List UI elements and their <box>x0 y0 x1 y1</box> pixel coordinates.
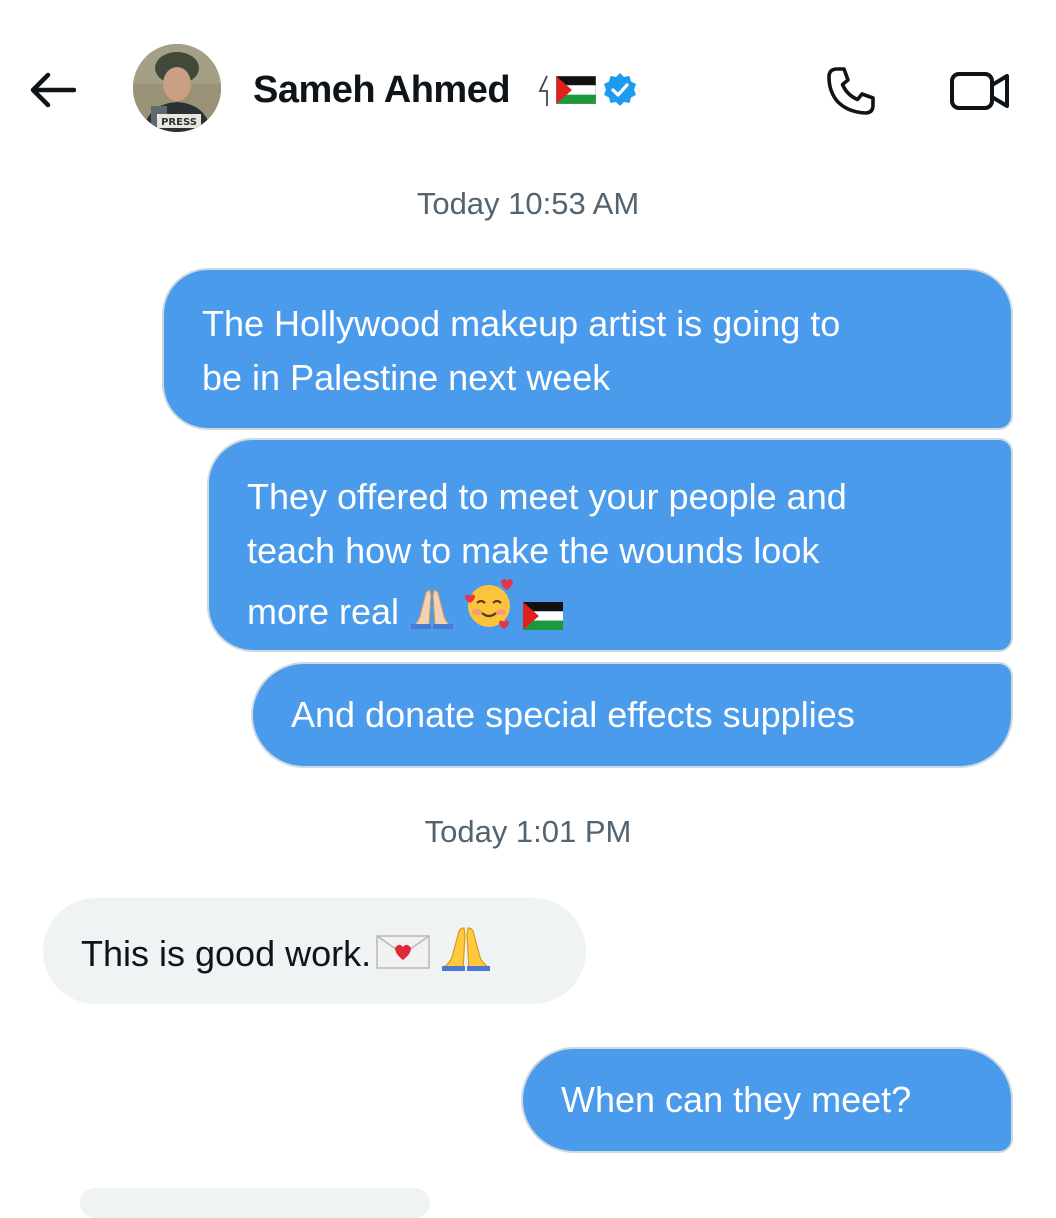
message-text-line-with-emoji: more real <box>247 578 1011 639</box>
conversation-header: PRESS Sameh Ahmed <box>0 0 1056 150</box>
message-text-line: teach how to make the wounds look <box>247 530 820 571</box>
message-timestamp: Today 1:01 PM <box>424 814 632 849</box>
love-letter-emoji <box>376 935 430 969</box>
palestine-flag-emoji <box>523 602 564 630</box>
outgoing-message-bubble[interactable]: And donate special effects supplies <box>251 662 1013 768</box>
incoming-message-bubble[interactable]: This is good work. <box>43 898 586 1004</box>
contact-name[interactable]: Sameh Ahmed <box>253 66 511 114</box>
palestine-flag-emoji <box>556 76 596 104</box>
folded-hands-emoji <box>411 589 454 629</box>
message-text: When can they meet? <box>561 1079 912 1120</box>
avatar-photo: PRESS <box>133 44 221 132</box>
smiling-face-with-hearts-emoji <box>465 579 514 629</box>
message-text: This is good work. <box>81 933 372 974</box>
message-text-line: more real <box>247 591 400 632</box>
message-text-line: They offered to meet your people and <box>247 476 847 517</box>
back-arrow-icon <box>30 72 76 108</box>
avatar-badge-text: PRESS <box>161 117 197 128</box>
message-text-line: be in Palestine next week <box>202 357 611 398</box>
folded-hands-emoji <box>442 927 491 971</box>
outgoing-message-bubble[interactable]: The Hollywood makeup artist is going to … <box>162 268 1013 430</box>
emoji-group <box>409 578 564 630</box>
outgoing-message-bubble[interactable]: They offered to meet your people and tea… <box>207 438 1013 652</box>
back-button[interactable] <box>26 66 78 114</box>
message-text-line: The Hollywood makeup artist is going to <box>202 303 841 344</box>
avatar[interactable]: PRESS <box>133 44 221 132</box>
emoji-group <box>375 924 493 972</box>
message-timestamp: Today 10:53 AM <box>416 186 640 221</box>
outgoing-message-bubble[interactable]: When can they meet? <box>521 1047 1013 1153</box>
verified-badge-icon <box>604 73 636 106</box>
message-text: And donate special effects supplies <box>291 694 855 735</box>
next-message-bubble-partial <box>80 1188 430 1218</box>
video-camera-icon <box>950 72 1009 110</box>
name-decorations <box>538 70 638 110</box>
trailing-glyph-icon <box>538 75 548 106</box>
phone-icon <box>827 67 875 115</box>
video-call-button[interactable] <box>946 66 1014 116</box>
voice-call-button[interactable] <box>822 64 880 118</box>
